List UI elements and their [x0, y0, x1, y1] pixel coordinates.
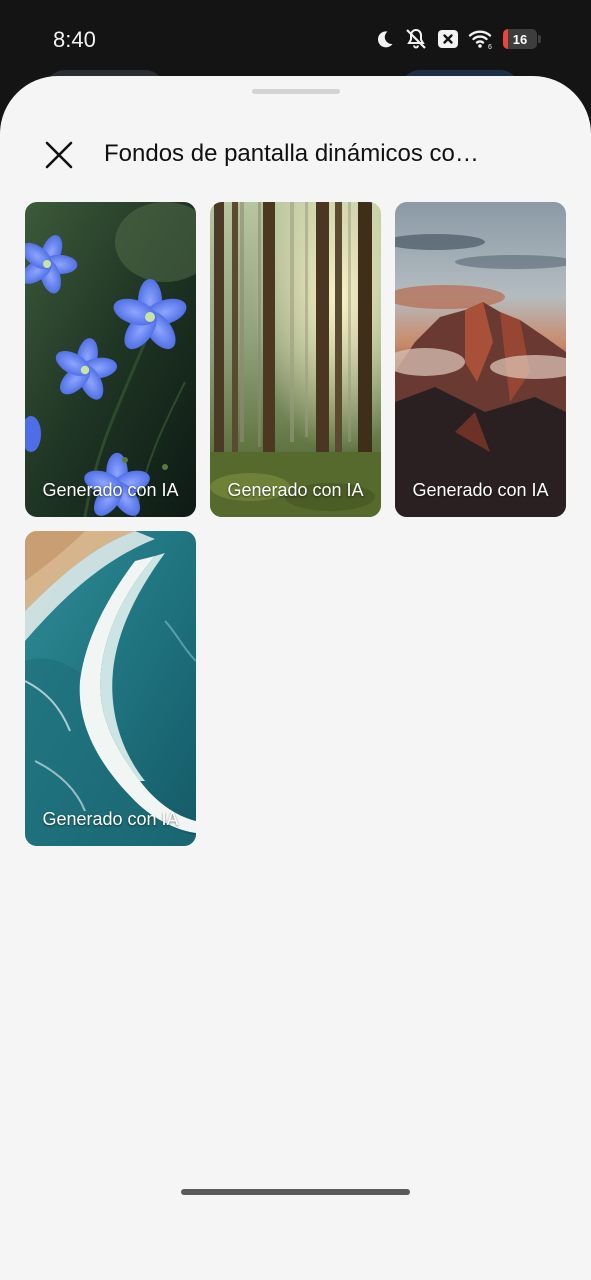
- close-box-icon: [437, 29, 459, 49]
- moon-icon: [375, 29, 395, 49]
- wallpaper-tile-ocean[interactable]: Generado con IA: [25, 531, 196, 846]
- svg-text:6: 6: [488, 44, 492, 50]
- wallpaper-tile-forest[interactable]: Generado con IA: [210, 202, 381, 517]
- wifi-icon: 6: [468, 28, 494, 50]
- wallpaper-tile-mountain[interactable]: Generado con IA: [395, 202, 566, 517]
- status-bar: 8:40 6 16: [0, 0, 591, 80]
- wallpaper-image: [210, 202, 381, 517]
- page-title: Fondos de pantalla dinámicos co…: [104, 140, 479, 167]
- bell-off-icon: [404, 28, 428, 50]
- wallpaper-label: Generado con IA: [42, 809, 179, 829]
- wallpaper-label: Generado con IA: [42, 480, 179, 500]
- home-indicator[interactable]: [181, 1189, 410, 1195]
- drag-handle[interactable]: [252, 89, 340, 94]
- wallpaper-image: [25, 202, 196, 517]
- battery-level: 16: [512, 31, 528, 47]
- wallpaper-label: Generado con IA: [227, 480, 364, 500]
- battery-tip: [538, 35, 541, 43]
- wallpaper-label: Generado con IA: [412, 480, 549, 500]
- close-icon: [45, 141, 73, 169]
- bottom-sheet: Fondos de pantalla dinámicos co… Generad…: [0, 76, 591, 1280]
- status-icons: 6 16: [375, 27, 541, 51]
- wallpaper-tile-flowers[interactable]: Generado con IA: [25, 202, 196, 517]
- close-button[interactable]: [36, 132, 82, 178]
- wallpaper-image: [25, 531, 196, 846]
- wallpaper-image: [395, 202, 566, 517]
- status-time: 8:40: [53, 27, 96, 52]
- battery-icon: 16: [503, 29, 537, 49]
